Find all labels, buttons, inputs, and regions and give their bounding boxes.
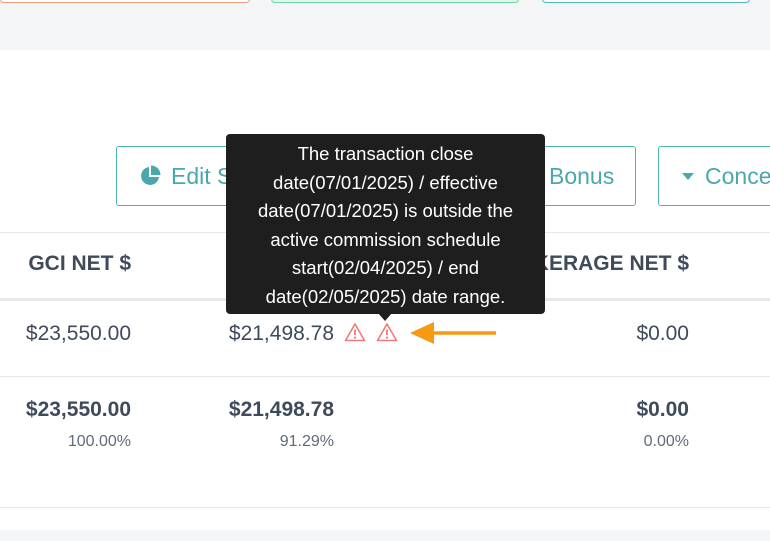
tooltip-caret (378, 313, 392, 321)
header-gci-net: GCI NET $ (28, 252, 131, 275)
tooltip-line: start(02/04/2025) / end (291, 257, 480, 278)
totals-divider (0, 507, 770, 508)
total-brokerage-percent: 0.00% (643, 433, 689, 450)
bottom-band (0, 530, 770, 541)
tooltip-line: date(07/01/2025) is outside the (257, 200, 514, 221)
concessions-label: Conces (705, 162, 770, 189)
tooltip-line: date(02/05/2025) date range. (265, 285, 506, 307)
arrow-left-icon (408, 318, 498, 353)
total-agent-percent: 91.29% (279, 433, 334, 450)
caret-down-icon (681, 171, 695, 181)
concessions-button[interactable]: Conces (658, 146, 770, 206)
warning-triangle-icon[interactable] (376, 322, 398, 342)
top-button-orange[interactable] (0, 0, 250, 3)
tooltip-line: date(07/01/2025) / effective (273, 171, 498, 193)
total-agent-net: $21,498.78 (228, 398, 334, 421)
pie-chart-icon (139, 165, 161, 187)
top-button-green[interactable] (271, 0, 519, 3)
tooltip-line: The transaction close (297, 143, 474, 164)
row-brokerage-net: $0.00 (636, 322, 689, 345)
top-toolbar-band (0, 0, 770, 50)
total-gci-net: $23,550.00 (25, 398, 131, 421)
bonus-label: Bonus (549, 162, 615, 189)
row-divider (0, 376, 770, 377)
top-button-teal[interactable] (542, 0, 750, 3)
row-agent-net: $21,498.78 (228, 322, 334, 345)
tooltip-line: active commission schedule (270, 228, 501, 250)
warning-tooltip: The transaction close date(07/01/2025) /… (226, 134, 545, 314)
row-gci-net: $23,550.00 (25, 322, 131, 345)
warning-triangle-icon[interactable] (344, 322, 366, 342)
total-brokerage-net: $0.00 (636, 398, 689, 421)
total-gci-percent: 100.00% (67, 433, 131, 450)
